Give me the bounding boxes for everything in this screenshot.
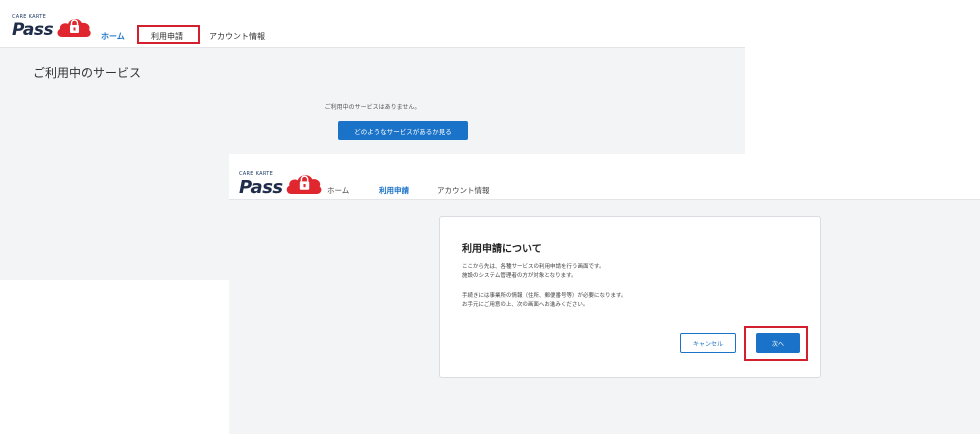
dialog-text-line-2: 施設のシステム管理者の方が対象となります。	[462, 273, 577, 279]
logo-word: Pass	[12, 20, 54, 40]
dialog-text-line-3: 手続きには事業所の情報（住所、郵便番号等）が必要になります。	[462, 293, 627, 299]
highlight-box-next	[744, 326, 808, 361]
nav-account[interactable]: アカウント情報	[209, 31, 265, 42]
highlight-box-apply	[137, 25, 200, 44]
nav-account[interactable]: アカウント情報	[437, 185, 490, 196]
dialog-text-line-1: ここから先は、各種サービスの利用申請を行う画面です。	[462, 264, 605, 270]
dialog-title: 利用申請について	[462, 244, 542, 255]
nav-apply[interactable]: 利用申請	[379, 185, 409, 196]
nav-home[interactable]: ホーム	[327, 185, 349, 196]
apply-screen: CARE KARTE Pass ホーム 利用申請 アカウント情報 利用申請につい…	[229, 154, 980, 434]
cloud-lock-icon	[286, 175, 322, 194]
nav-home[interactable]: ホーム	[101, 31, 125, 42]
apply-info-dialog: 利用申請について ここから先は、各種サービスの利用申請を行う画面です。 施設のシ…	[439, 216, 821, 378]
logo[interactable]: CARE KARTE Pass	[239, 171, 323, 199]
composite-screenshot: CARE KARTE Pass ホーム 利用申請 アカウント情報 ご利用中のサー…	[0, 0, 980, 434]
logo-word: Pass	[239, 177, 283, 198]
logo[interactable]: CARE KARTE Pass	[12, 14, 92, 40]
browse-services-button[interactable]: どのようなサービスがあるか見る	[338, 121, 468, 140]
page-title: ご利用中のサービス	[33, 66, 142, 80]
top-header: CARE KARTE Pass ホーム 利用申請 アカウント情報	[229, 154, 980, 200]
empty-state-message: ご利用中のサービスはありません。	[324, 104, 421, 111]
cancel-button[interactable]: キャンセル	[680, 333, 736, 353]
cloud-lock-icon	[57, 18, 91, 37]
dialog-text-line-4: お手元にご用意の上、次の画面へお進みください。	[462, 302, 589, 308]
top-header: CARE KARTE Pass ホーム 利用申請 アカウント情報	[0, 0, 745, 48]
